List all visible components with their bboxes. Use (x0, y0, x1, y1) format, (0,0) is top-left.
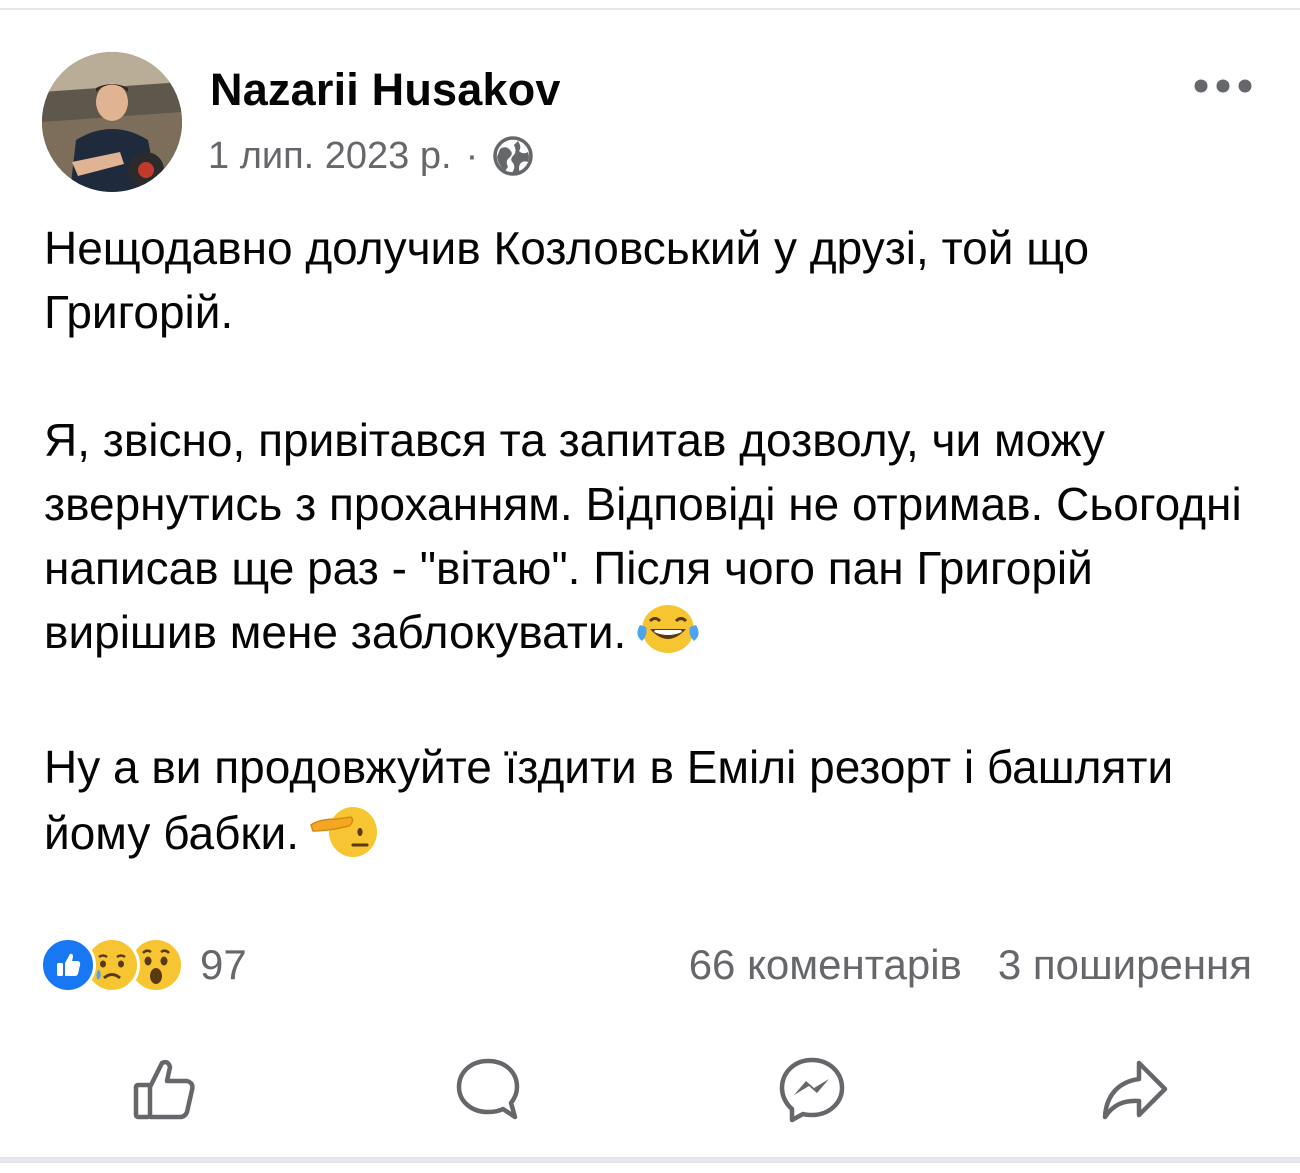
send-button[interactable] (757, 1040, 867, 1140)
saluting-face-icon (309, 799, 379, 875)
author-name[interactable]: Nazarii Husakov (210, 64, 561, 116)
more-horizontal-icon (1194, 79, 1252, 93)
more-options-button[interactable] (1188, 64, 1258, 108)
bottom-divider (0, 1157, 1300, 1163)
meta-separator: · (465, 134, 479, 177)
engagement-counts: 66 коментарів 3 поширення (689, 935, 1252, 995)
share-icon (1102, 1060, 1168, 1120)
post-paragraph-3: Ну а ви продовжуйте їздити в Емілі резор… (44, 735, 1264, 875)
messenger-icon (779, 1057, 845, 1123)
post-meta: 1 лип. 2023 р. · (208, 131, 534, 181)
action-bar (0, 1040, 1300, 1140)
shares-count[interactable]: 3 поширення (998, 941, 1252, 989)
reaction-summary[interactable]: 97 (40, 935, 247, 995)
post-body: Нещодавно долучив Козловський у друзі, т… (44, 216, 1264, 875)
post-paragraph-3-text: Ну а ви продовжуйте їздити в Емілі резор… (44, 740, 1174, 859)
post-stats: 97 66 коментарів 3 поширення (40, 935, 1260, 995)
like-outline-icon (133, 1059, 195, 1120)
comment-button[interactable] (433, 1040, 543, 1140)
share-button[interactable] (1080, 1040, 1190, 1140)
comments-count[interactable]: 66 коментарів (689, 941, 962, 989)
top-divider (0, 8, 1300, 10)
comment-icon (456, 1058, 520, 1120)
reaction-count: 97 (200, 941, 247, 988)
globe-icon (493, 136, 533, 176)
post-date[interactable]: 1 лип. 2023 р. (208, 135, 452, 178)
face-with-tears-of-joy-icon (636, 601, 700, 671)
like-icon (40, 937, 96, 993)
post-paragraph-1: Нещодавно долучив Козловський у друзі, т… (44, 222, 1090, 338)
avatar-photo-icon (42, 52, 182, 192)
author-avatar[interactable] (42, 52, 182, 192)
like-button[interactable] (110, 1040, 220, 1140)
post-paragraph-2: Я, звісно, привітався та запитав дозволу… (44, 408, 1264, 671)
